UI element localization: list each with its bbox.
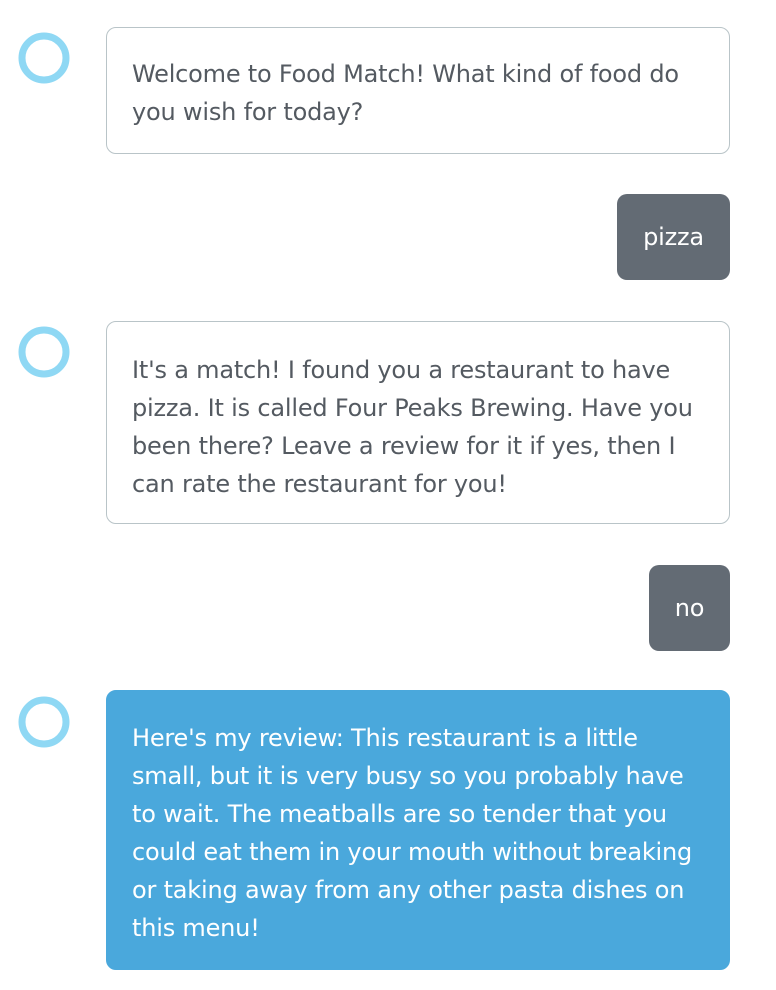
assistant-message-bubble: Welcome to Food Match! What kind of food… — [106, 27, 730, 154]
alexa-avatar-icon — [17, 31, 71, 85]
assistant-message-text: Here's my review: This restaurant is a l… — [132, 724, 693, 942]
user-message-text: pizza — [643, 223, 704, 251]
chat-transcript: Welcome to Food Match! What kind of food… — [0, 0, 776, 990]
alexa-avatar-icon — [17, 695, 71, 749]
assistant-message-text: It's a match! I found you a restaurant t… — [132, 356, 693, 498]
alexa-avatar-icon — [17, 325, 71, 379]
assistant-message-bubble: It's a match! I found you a restaurant t… — [106, 321, 730, 524]
assistant-message-text: Welcome to Food Match! What kind of food… — [132, 60, 679, 126]
user-message-bubble: no — [649, 565, 730, 651]
user-message-text: no — [674, 594, 705, 622]
user-message-bubble: pizza — [617, 194, 730, 280]
assistant-review-message-bubble: Here's my review: This restaurant is a l… — [106, 690, 730, 970]
